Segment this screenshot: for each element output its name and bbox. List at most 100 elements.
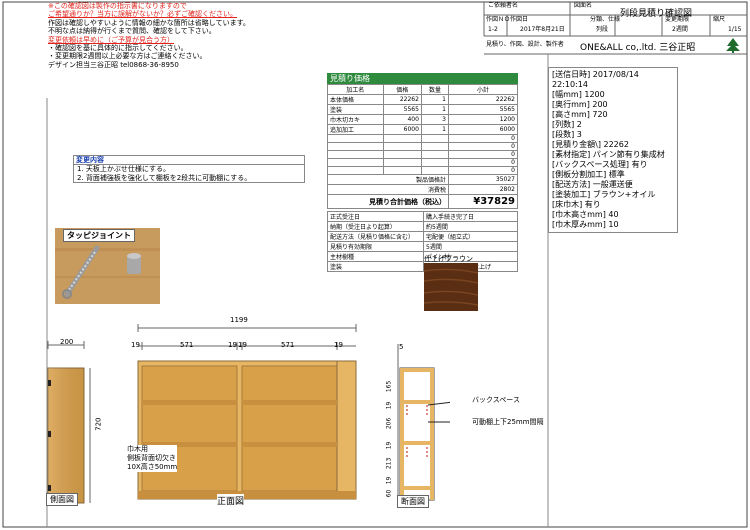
table-row: 0 (327, 158, 519, 167)
dim-571-a: 571 (180, 341, 194, 349)
joint-label: タッピジョイント (63, 229, 135, 242)
row-price (382, 166, 422, 175)
row-price (382, 142, 422, 151)
info-row: 主材樹種 パイン材 (327, 251, 518, 262)
baseboard-line-1: 巾木用 (127, 445, 148, 453)
info-row: 配送方法（見積り価格に含む） 宅配便（組立式） (327, 231, 518, 242)
row-qty (420, 150, 449, 159)
dim-206: 206 (385, 417, 393, 430)
spec-line: [塗装加工] ブラウン+オイル (552, 190, 656, 199)
row-name: 塗装 (327, 104, 384, 115)
dim-19-a: 19 (131, 341, 140, 349)
company-name: ONE&ALL co,.ltd. 三谷正昭 (580, 43, 696, 53)
baseboard-line-2: 側板背面切欠き (127, 454, 176, 462)
info-key: 塗装 (327, 261, 424, 272)
drawing-name-label: 図面名 (574, 2, 593, 9)
info-row: 納期（受注日より起算） 約5週間 (327, 221, 518, 232)
row-name: 本体価格 (327, 94, 384, 105)
note-line-4: 不明な点は納得が行くまで質問、確認をして下さい。 (48, 27, 216, 36)
row-sub: 6000 (447, 124, 519, 135)
product-total-label: 製品価格計 (327, 174, 449, 185)
estimate-table: 加工名 価格 数量 小計 本体価格 22262 1 22262 塗装 5565 1 5565… (327, 84, 519, 209)
dim-19-s2: 19 (385, 441, 393, 450)
row-qty: 1 (420, 104, 449, 115)
info-row: 正式受注日 購入手続き完了日 (327, 211, 518, 222)
finish-swatch (423, 263, 479, 311)
spec-line: [巾木厚みmm] 10 (552, 220, 619, 229)
tax-label: 消費税 (327, 184, 449, 195)
back-space-label: バックスペース (472, 396, 520, 405)
row-sub: 0 (447, 150, 519, 159)
row-price: 22262 (382, 94, 422, 105)
tax-value: 2802 (447, 184, 519, 195)
table-row: 0 (327, 134, 519, 143)
baseboard-note: 巾木用 側板背面切欠き 10X高さ50mm (127, 445, 178, 472)
row-name (327, 142, 384, 151)
dim-side-depth: 200 (60, 338, 74, 346)
info-value: 購入手続き完了日 (423, 211, 518, 222)
table-row: 0 (327, 166, 519, 175)
col-qty: 数量 (420, 84, 449, 95)
spec-line: [バックスペース処理] 有り (552, 160, 648, 169)
change-item-1: 1. 天板上かぶせ仕様にする。 (74, 164, 304, 173)
tree-logo-icon (726, 38, 740, 53)
info-key: 配送方法（見積り価格に含む） (327, 231, 424, 242)
order-info-table: 正式受注日 購入手続き完了日 納期（受注日より起算） 約5週間 配送方法（見積り価格… (327, 211, 518, 272)
dim-165: 165 (385, 380, 393, 393)
row-qty (420, 166, 449, 175)
spec-line: [巾木高さmm] 40 (552, 210, 619, 219)
table-row: 本体価格 22262 1 22262 (327, 94, 519, 105)
change-box-title: 変更内容 (76, 156, 104, 164)
row-price: 400 (382, 114, 422, 125)
change-box: 変更内容 1. 天板上かぶせ仕様にする。 2. 背面補強板を強化して棚板を2段共… (73, 155, 305, 184)
info-key: 見積り有効期限 (327, 241, 424, 252)
note-line-2: ご希望通りか？当方に誤解がないか？必ずご確認ください。 (48, 10, 237, 19)
front-view-label: 正面図 (217, 494, 245, 507)
row-name (327, 166, 384, 175)
front-view (137, 324, 357, 500)
row-qty: 3 (420, 114, 449, 125)
row-name (327, 158, 384, 167)
note-line-7: ・変更期限2週間以上必要な方はご連絡ください。 (48, 52, 207, 61)
dim-60: 60 (385, 489, 393, 498)
row-qty: 1 (420, 124, 449, 135)
row-qty (420, 142, 449, 151)
table-row: 巾木切カキ 400 3 1200 (327, 114, 519, 125)
side-view (47, 341, 91, 504)
scale: 1/15 (728, 26, 742, 33)
row-sub: 0 (447, 142, 519, 151)
info-value: 宅配便（組立式） (423, 231, 518, 242)
row-sub: 0 (447, 134, 519, 143)
spec-line: [配送方法] 一般運送便 (552, 180, 633, 189)
info-key: 主材樹種 (327, 251, 424, 262)
info-value: 5週間 (423, 241, 518, 252)
row-name (327, 150, 384, 159)
section-view (397, 344, 450, 501)
info-value: 約5週間 (423, 221, 518, 232)
row-qty (420, 158, 449, 167)
change-label: 変更期限 (665, 16, 690, 23)
product-total: 35027 (447, 174, 519, 185)
grand-total-label: 見積り合計価格（税込） (327, 194, 449, 209)
section-view-label: 断面図 (397, 495, 429, 508)
grand-total: ¥37829 (447, 194, 519, 209)
row-sub: 5565 (447, 104, 519, 115)
row-sub: 1200 (447, 114, 519, 125)
spec-line: [素材指定] パイン節有り集成材 (552, 150, 665, 159)
table-row: 0 (327, 150, 519, 159)
estimate-panel: 見積り価格 加工名 価格 数量 小計 本体価格 22262 1 22262 塗装 556… (327, 73, 519, 272)
dim-section-top: 5 (399, 343, 404, 351)
dim-19-s1: 19 (385, 401, 393, 410)
row-name: 巾木切カキ (327, 114, 384, 125)
spec-line: [奥行mm] 200 (552, 100, 608, 109)
dim-19-s3: 19 (385, 476, 393, 485)
row-price (382, 134, 422, 143)
row-price (382, 158, 422, 167)
date-label: 作図日 (510, 16, 529, 23)
category-label: 分類、仕様 (590, 16, 621, 23)
dim-213: 213 (385, 457, 393, 470)
row-price: 6000 (382, 124, 422, 135)
table-row: 0 (327, 142, 519, 151)
note-line-3: 作図は確認しやすいように情報の細かな箇所は省略しています。 (48, 18, 250, 27)
wood-grain-icon (423, 268, 479, 306)
